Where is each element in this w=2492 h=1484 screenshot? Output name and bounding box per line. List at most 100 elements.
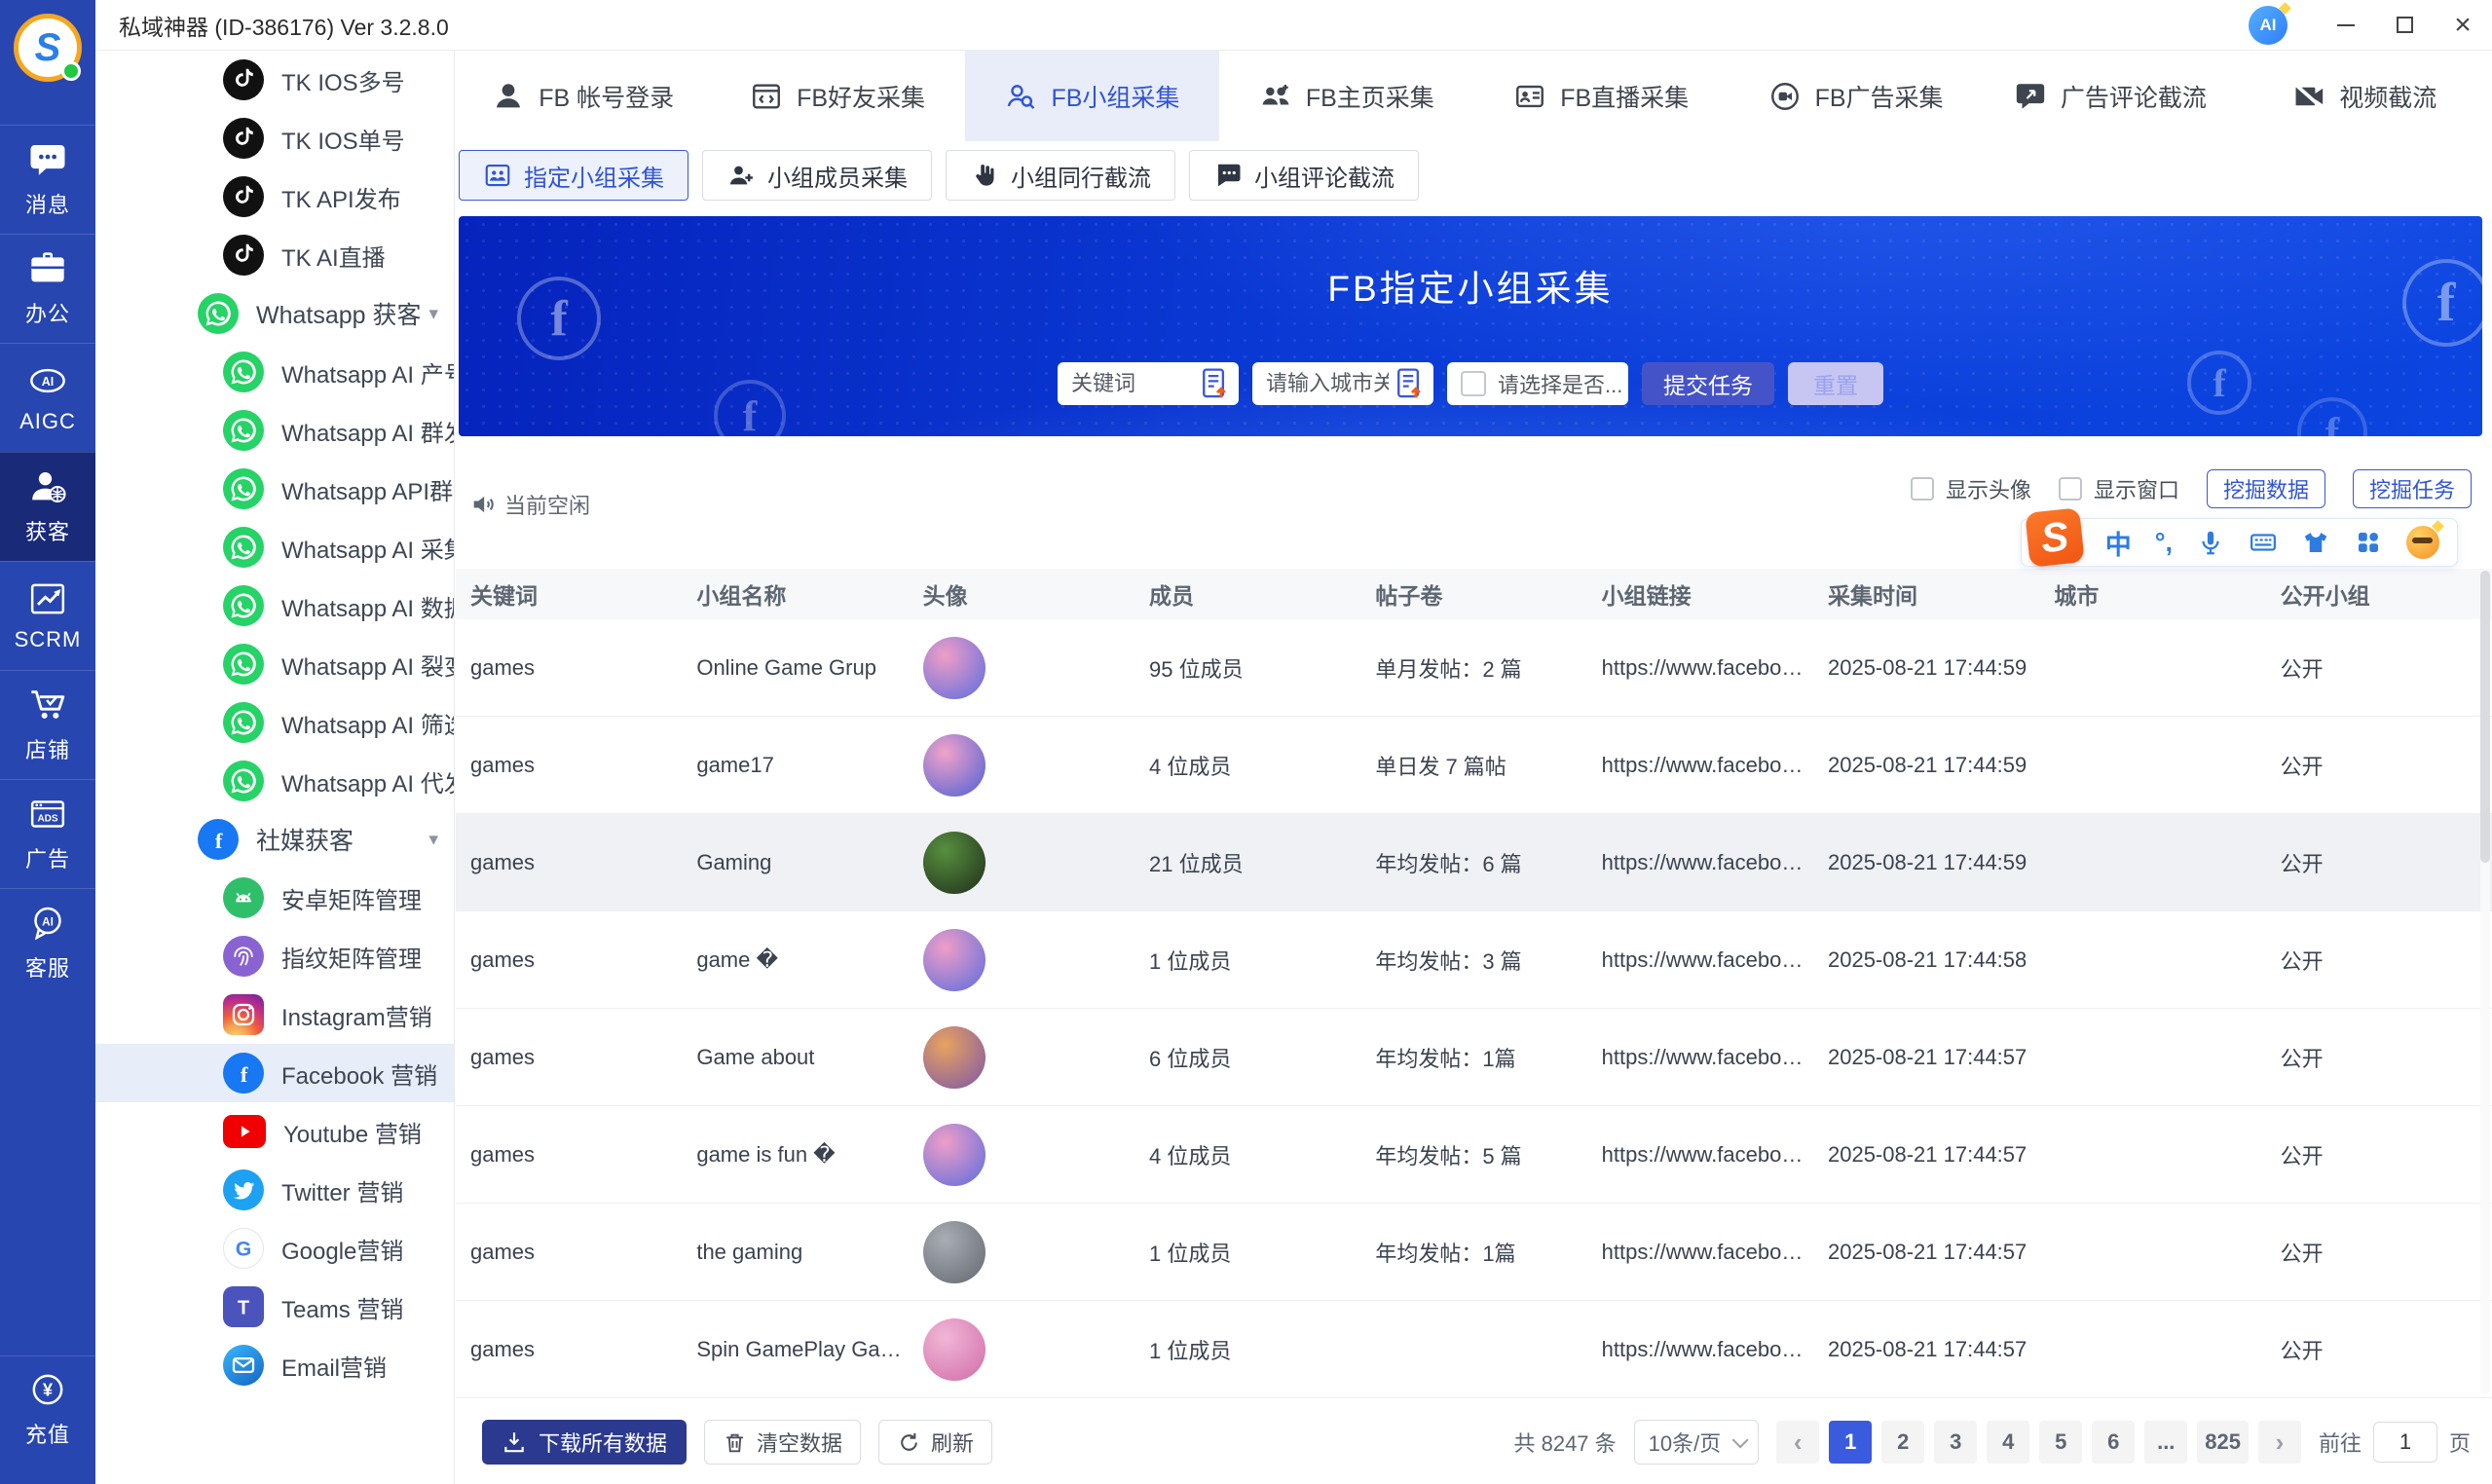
table-row[interactable]: gamesGame about6 位成员年均发帖：1篇https://www.f… — [456, 1009, 2492, 1106]
checkbox-icon[interactable] — [2059, 477, 2082, 501]
tab-FB好友采集[interactable]: FB好友采集 — [710, 51, 964, 141]
sidebar-item-TK-AI直播[interactable]: TK AI直播 — [95, 226, 454, 284]
tab-FB广告采集[interactable]: FB广告采集 — [1729, 51, 1983, 141]
sidebar-item-Whatsapp-AI-产号[interactable]: Whatsapp AI 产号 — [95, 343, 454, 401]
public-option-checkbox[interactable] — [1461, 371, 1486, 396]
emoji-icon[interactable] — [2406, 526, 2439, 559]
sidebar-item-指纹矩阵管理[interactable]: 指纹矩阵管理 — [95, 927, 454, 985]
sidebar-item-Twitter-营销[interactable]: Twitter 营销 — [95, 1161, 454, 1219]
subtab-指定小组采集[interactable]: 指定小组采集 — [459, 150, 688, 201]
table-row[interactable]: gamesgame is fun �4 位成员年均发帖：5 篇https://w… — [456, 1106, 2492, 1204]
rail-item-AIGC[interactable]: AIAIGC — [0, 343, 95, 452]
page-button-6[interactable]: 6 — [2092, 1421, 2135, 1464]
submit-task-button[interactable]: 提交任务 — [1642, 362, 1774, 405]
page-button-5[interactable]: 5 — [2039, 1421, 2082, 1464]
sidebar-item-Whatsapp-AI-群发[interactable]: Whatsapp AI 群发 — [95, 401, 454, 460]
maximize-button[interactable] — [2375, 0, 2434, 51]
tab-FB主页采集[interactable]: FB主页采集 — [1219, 51, 1473, 141]
group-link-cell[interactable]: https://www.facebook... — [1587, 1045, 1813, 1070]
table-row[interactable]: gamesgame174 位成员单日发 7 篇帖https://www.face… — [456, 717, 2492, 814]
rail-item-办公[interactable]: 办公 — [0, 234, 95, 343]
mine-data-button[interactable]: 挖掘数据 — [2207, 469, 2325, 508]
import-keywords-icon[interactable] — [1200, 367, 1231, 400]
sidebar-item-社媒获客[interactable]: f社媒获客▾ — [95, 810, 454, 869]
table-row[interactable]: gamesGaming21 位成员年均发帖：6 篇https://www.fac… — [456, 814, 2492, 911]
chinese-mode-icon[interactable]: 中 — [2105, 524, 2132, 562]
group-link-cell[interactable]: https://www.facebook... — [1587, 1337, 1813, 1362]
keyword-input[interactable] — [1071, 371, 1194, 396]
sogou-logo-icon[interactable]: S — [2025, 507, 2085, 568]
clear-data-button[interactable]: 清空数据 — [704, 1420, 861, 1465]
voice-icon[interactable] — [2196, 528, 2225, 557]
sidebar-item-Facebook-营销[interactable]: fFacebook 营销 — [95, 1044, 454, 1102]
rail-item-SCRM[interactable]: SCRM — [0, 561, 95, 670]
page-ellipsis[interactable]: ... — [2144, 1421, 2187, 1464]
page-size-select[interactable]: 10条/页 — [1634, 1420, 1760, 1465]
sidebar-item-TK-IOS多号[interactable]: TK IOS多号 — [95, 51, 454, 109]
show-avatar-checkbox[interactable]: 显示头像 — [1911, 473, 2031, 504]
mine-task-button[interactable]: 挖掘任务 — [2353, 469, 2472, 508]
sidebar-item-Whatsapp-AI-裂变[interactable]: Whatsapp AI 裂变 — [95, 635, 454, 693]
group-link-cell[interactable]: https://www.facebook... — [1587, 753, 1813, 778]
tab-FB小组采集[interactable]: FB小组采集 — [965, 51, 1219, 141]
minimize-button[interactable] — [2317, 0, 2375, 51]
page-button-825[interactable]: 825 — [2197, 1421, 2249, 1464]
rail-item-消息[interactable]: 消息 — [0, 125, 95, 234]
sidebar-item-Whatsapp-AI-代发[interactable]: Whatsapp AI 代发 — [95, 752, 454, 810]
group-link-cell[interactable]: https://www.facebook... — [1587, 1240, 1813, 1265]
table-row[interactable]: gamesthe gaming1 位成员年均发帖：1篇https://www.f… — [456, 1204, 2492, 1301]
tab-广告评论截流[interactable]: 广告评论截流 — [1983, 51, 2237, 141]
rail-item-充值[interactable]: ¥充值 — [0, 1355, 95, 1463]
subtab-小组同行截流[interactable]: 小组同行截流 — [946, 150, 1175, 201]
rail-item-广告[interactable]: ADS广告 — [0, 779, 95, 888]
page-button-2[interactable]: 2 — [1881, 1421, 1924, 1464]
table-row[interactable]: gamesOnline Game Grup95 位成员单月发帖：2 篇https… — [456, 619, 2492, 717]
show-window-checkbox[interactable]: 显示窗口 — [2059, 473, 2179, 504]
rail-item-获客[interactable]: 获客 — [0, 452, 95, 561]
group-link-cell[interactable]: https://www.facebook... — [1587, 1142, 1813, 1168]
goto-page-input[interactable] — [2373, 1422, 2437, 1463]
table-row[interactable]: gamesgame �1 位成员年均发帖：3 篇https://www.face… — [456, 911, 2492, 1009]
page-button-1[interactable]: 1 — [1829, 1421, 1872, 1464]
skin-icon[interactable] — [2301, 528, 2330, 557]
toolbox-icon[interactable] — [2354, 528, 2383, 557]
sidebar-item-Email营销[interactable]: Email营销 — [95, 1336, 454, 1394]
group-link-cell[interactable]: https://www.facebook... — [1587, 655, 1813, 681]
vertical-scrollbar[interactable] — [2480, 571, 2490, 1394]
scrollbar-thumb[interactable] — [2480, 571, 2490, 863]
sidebar-item-Whatsapp-AI-采集[interactable]: Whatsapp AI 采集 — [95, 518, 454, 576]
sidebar-item-Whatsapp-获客[interactable]: Whatsapp 获客▾ — [95, 284, 454, 343]
subtab-小组成员采集[interactable]: 小组成员采集 — [702, 150, 932, 201]
tab-FB直播采集[interactable]: FB直播采集 — [1474, 51, 1729, 141]
sidebar-item-TK-IOS单号[interactable]: TK IOS单号 — [95, 109, 454, 167]
public-option-select[interactable]: 请选择是否... — [1447, 362, 1628, 405]
page-button-3[interactable]: 3 — [1934, 1421, 1977, 1464]
reset-button[interactable]: 重置 — [1788, 362, 1883, 405]
sidebar-item-Teams-营销[interactable]: TTeams 营销 — [95, 1278, 454, 1336]
page-button-4[interactable]: 4 — [1987, 1421, 2029, 1464]
sidebar-item-Whatsapp-AI-数据[interactable]: Whatsapp AI 数据 — [95, 576, 454, 635]
rail-item-店铺[interactable]: 店铺 — [0, 670, 95, 779]
rail-item-客服[interactable]: AI客服 — [0, 888, 95, 997]
keyboard-icon[interactable] — [2249, 528, 2278, 557]
tab-FB-帐号登录[interactable]: FB 帐号登录 — [456, 51, 710, 141]
sidebar-item-Whatsapp-API群发[interactable]: Whatsapp API群发 — [95, 460, 454, 518]
tab-视频截流[interactable]: 视频截流 — [2238, 51, 2492, 141]
sidebar-item-Youtube-营销[interactable]: Youtube 营销 — [95, 1102, 454, 1161]
sidebar-item-Whatsapp-AI-筛选[interactable]: Whatsapp AI 筛选 — [95, 693, 454, 752]
refresh-button[interactable]: 刷新 — [878, 1420, 992, 1465]
table-row[interactable]: gamesSpin GamePlay Gam...1 位成员https://ww… — [456, 1301, 2492, 1398]
group-link-cell[interactable]: https://www.facebook... — [1587, 850, 1813, 875]
city-input[interactable] — [1266, 371, 1389, 396]
sidebar-item-Instagram营销[interactable]: Instagram营销 — [95, 985, 454, 1044]
prev-page-button[interactable]: ‹ — [1776, 1421, 1819, 1464]
close-button[interactable]: × — [2434, 0, 2492, 51]
sidebar-item-TK-API发布[interactable]: TK API发布 — [95, 167, 454, 226]
next-page-button[interactable]: › — [2258, 1421, 2301, 1464]
checkbox-icon[interactable] — [1911, 477, 1934, 501]
group-link-cell[interactable]: https://www.facebook... — [1587, 947, 1813, 973]
sidebar-item-安卓矩阵管理[interactable]: 安卓矩阵管理 — [95, 869, 454, 927]
download-all-button[interactable]: 下载所有数据 — [482, 1420, 687, 1465]
import-cities-icon[interactable] — [1395, 367, 1426, 400]
sidebar-item-Google营销[interactable]: GGoogle营销 — [95, 1219, 454, 1278]
